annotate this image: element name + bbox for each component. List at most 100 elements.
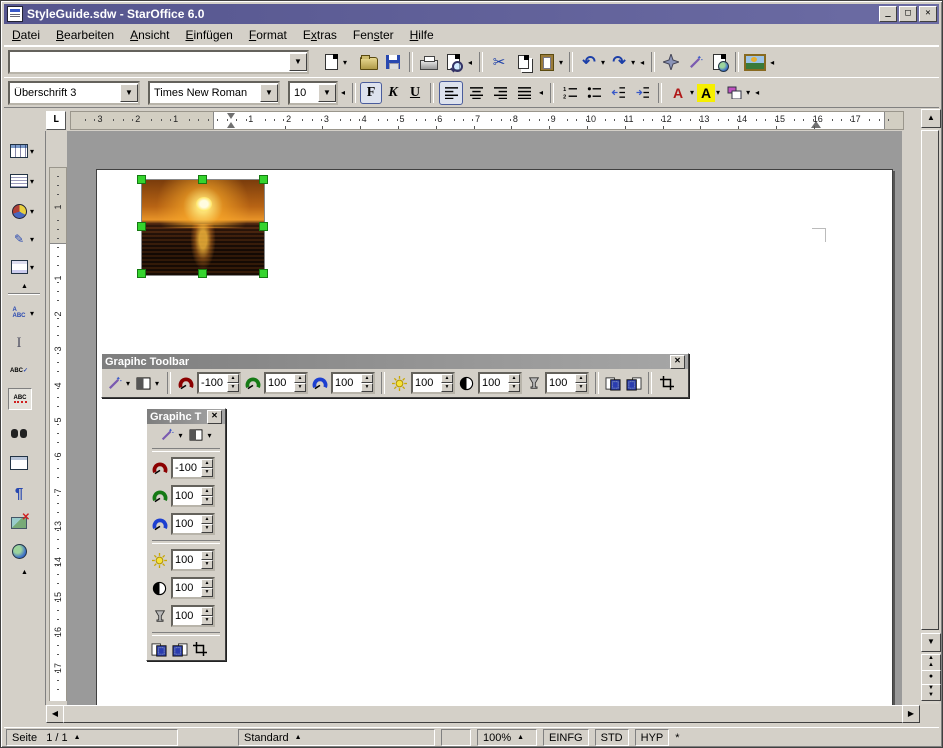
insert-object-button[interactable]: ▾ — [8, 199, 42, 223]
spin-down-icon[interactable]: ▼ — [201, 468, 213, 477]
menu-einfgen[interactable]: Einfügen — [177, 26, 240, 44]
gamma-value[interactable]: 100 — [173, 607, 201, 625]
tab-selector-button[interactable]: L — [46, 111, 66, 130]
spin-up-icon[interactable]: ▲ — [361, 374, 373, 383]
red-spinbox[interactable]: -100▲▼ — [197, 372, 241, 394]
spin-up-icon[interactable]: ▲ — [201, 607, 213, 616]
selection-handle-sw[interactable] — [137, 269, 146, 278]
flip-horizontal-button[interactable] — [605, 375, 622, 391]
underline-button[interactable]: U — [404, 82, 426, 104]
paste-dropdown-icon[interactable]: ▾ — [559, 58, 563, 67]
form-functions-button[interactable]: ▾ — [8, 255, 42, 279]
contrast-value[interactable]: 100 — [480, 374, 508, 392]
minimize-button[interactable]: _ — [879, 6, 897, 22]
selection-handle-se[interactable] — [259, 269, 268, 278]
align-right-button[interactable] — [489, 82, 511, 104]
red-value[interactable]: -100 — [199, 374, 227, 392]
data-sources-button[interactable] — [8, 451, 42, 475]
blue-spinbox[interactable]: 100▲▼ — [331, 372, 375, 394]
print-button[interactable] — [418, 51, 440, 73]
group-collapse-icon[interactable]: ◂ — [770, 58, 774, 67]
brightness-spinbox[interactable]: 100▲▼ — [411, 372, 455, 394]
spin-up-icon[interactable]: ▲ — [201, 579, 213, 588]
group-collapse-icon[interactable]: ◂ — [468, 58, 472, 67]
spin-down-icon[interactable]: ▼ — [201, 496, 213, 505]
justify-button[interactable] — [513, 82, 535, 104]
copy-button[interactable] — [512, 51, 534, 73]
page-preview-button[interactable] — [442, 51, 464, 73]
status-hyperlink-mode[interactable]: HYP — [635, 729, 670, 746]
vertical-ruler[interactable]: 112345671314151617 — [48, 131, 67, 703]
scroll-left-icon[interactable]: ◀ — [46, 705, 64, 723]
paragraph-style-combobox[interactable]: Überschrift 3 ▼ — [8, 81, 140, 105]
dropdown-icon[interactable]: ▾ — [30, 309, 34, 318]
font-color-dropdown-icon[interactable]: ▾ — [690, 88, 694, 97]
auto-spellcheck-button[interactable]: ABC — [8, 387, 42, 411]
dropdown-icon[interactable]: ▾ — [30, 207, 34, 216]
spin-down-icon[interactable]: ▼ — [227, 383, 239, 392]
green-value[interactable]: 100 — [173, 487, 201, 505]
spin-down-icon[interactable]: ▼ — [441, 383, 453, 392]
menu-extras[interactable]: Extras — [295, 26, 345, 44]
flip-horizontal-button[interactable] — [151, 641, 168, 657]
red-spinbox[interactable]: -100▲▼ — [171, 457, 215, 479]
brightness-spinbox[interactable]: 100▲▼ — [171, 549, 215, 571]
size-dropdown-icon[interactable]: ▼ — [318, 84, 336, 102]
horizontal-ruler[interactable]: 3211234567891011121314151617 — [70, 111, 904, 130]
autotext-button[interactable]: AABC▾ — [8, 301, 42, 325]
spin-down-icon[interactable]: ▼ — [201, 524, 213, 533]
selection-handle-nw[interactable] — [137, 175, 146, 184]
stylist-button[interactable] — [684, 51, 706, 73]
dropdown-icon[interactable]: ▾ — [30, 235, 34, 244]
spin-up-icon[interactable]: ▲ — [441, 374, 453, 383]
spin-up-icon[interactable]: ▲ — [575, 374, 587, 383]
scroll-up-icon[interactable]: ▲ — [921, 109, 941, 128]
direct-cursor-button[interactable]: I — [8, 331, 42, 355]
url-combobox[interactable]: ▼ — [8, 50, 309, 74]
graphic-toolbar-vertical-titlebar[interactable]: Grapihc T ✕ — [147, 409, 225, 424]
group-collapse-icon[interactable]: ◂ — [539, 88, 543, 97]
spin-down-icon[interactable]: ▼ — [575, 383, 587, 392]
contrast-spinbox[interactable]: 100▲▼ — [478, 372, 522, 394]
filter-dropdown-icon[interactable]: ▾ — [126, 379, 130, 388]
status-selection-mode[interactable]: STD — [595, 729, 629, 746]
selection-handle-n[interactable] — [198, 175, 207, 184]
gamma-value[interactable]: 100 — [547, 374, 575, 392]
blue-value[interactable]: 100 — [333, 374, 361, 392]
graphics-mode-button[interactable] — [135, 375, 152, 391]
decrease-indent-button[interactable] — [607, 82, 629, 104]
spin-down-icon[interactable]: ▼ — [201, 616, 213, 625]
flip-vertical-button[interactable] — [171, 641, 188, 657]
save-button[interactable] — [382, 51, 404, 73]
spellcheck-button[interactable]: ABC✓ — [8, 359, 42, 383]
font-color-button[interactable]: A — [667, 82, 689, 104]
status-insert-mode[interactable]: EINFG — [543, 729, 589, 746]
horizontal-scroll-thumb[interactable] — [63, 705, 903, 723]
status-page[interactable]: Seite 1 / 1▲ — [6, 729, 178, 746]
align-left-button[interactable] — [439, 81, 463, 105]
highlighting-dropdown-icon[interactable]: ▾ — [716, 88, 720, 97]
font-dropdown-icon[interactable]: ▼ — [260, 84, 278, 102]
spin-up-icon[interactable]: ▲ — [201, 459, 213, 468]
menu-hilfe[interactable]: Hilfe — [402, 26, 442, 44]
spin-up-icon[interactable]: ▲ — [294, 374, 306, 383]
spin-down-icon[interactable]: ▼ — [201, 560, 213, 569]
font-size-combobox[interactable]: 10 ▼ — [288, 81, 338, 105]
crop-button[interactable] — [191, 641, 208, 657]
numbered-list-button[interactable] — [559, 82, 581, 104]
previous-page-icon[interactable]: ▲▲ — [921, 654, 941, 671]
graphic-toolbar-vertical-floating[interactable]: Grapihc T ✕ ▾ ▾ -100▲▼ 100▲▼ 100▲▼ 100▲▼… — [146, 408, 226, 661]
hyperlink-button[interactable] — [708, 51, 730, 73]
graphic-toolbar-floating[interactable]: Grapihc Toolbar ✕ ▾ ▾ -100▲▼ 100▲▼ 100▲▼… — [101, 353, 689, 398]
undo-dropdown-icon[interactable]: ▾ — [601, 58, 605, 67]
filter-button[interactable] — [106, 375, 123, 391]
group-collapse-icon[interactable]: ◂ — [755, 88, 759, 97]
graphic-toolbar-titlebar[interactable]: Grapihc Toolbar ✕ — [102, 354, 688, 369]
spin-down-icon[interactable]: ▼ — [294, 383, 306, 392]
redo-button[interactable]: ↷ — [608, 51, 630, 73]
open-button[interactable] — [358, 51, 380, 73]
bold-button[interactable]: F — [360, 82, 382, 104]
highlighting-button[interactable]: A — [697, 84, 715, 102]
menu-fenster[interactable]: Fenster — [345, 26, 402, 44]
bullet-list-button[interactable] — [583, 82, 605, 104]
